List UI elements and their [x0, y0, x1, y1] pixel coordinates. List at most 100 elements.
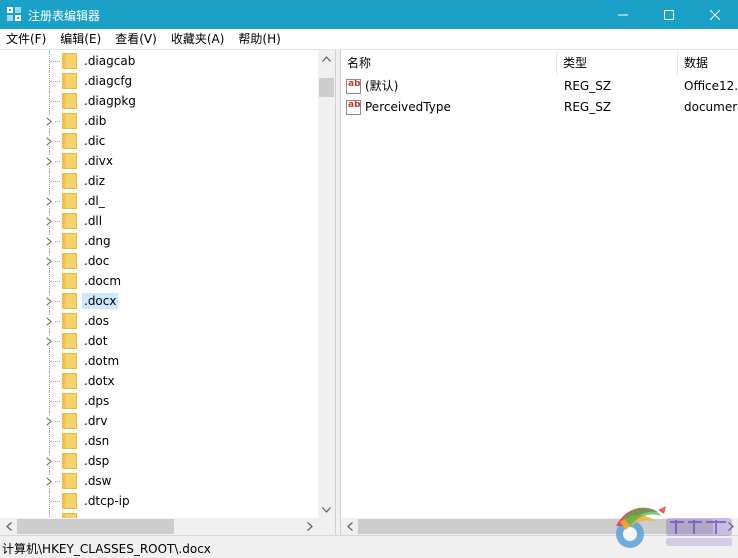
tree-item[interactable]: .dsp — [0, 451, 318, 471]
expand-button[interactable] — [44, 476, 54, 486]
tree-item[interactable]: .dl_ — [0, 191, 318, 211]
tree-horizontal-scrollbar[interactable] — [0, 518, 318, 535]
tree-item[interactable]: .dll — [0, 211, 318, 231]
expand-button[interactable] — [44, 336, 54, 346]
string-value-icon: ab — [346, 100, 361, 115]
tree-item[interactable]: .dotm — [0, 351, 318, 371]
tree-item-label: .diagcfg — [84, 74, 133, 88]
maximize-button[interactable] — [646, 0, 692, 29]
tree-item-label: .dic — [84, 134, 106, 148]
tree-item[interactable]: .dng — [0, 231, 318, 251]
tree-item[interactable]: .dot — [0, 331, 318, 351]
list-header: 名称 类型 数据 — [341, 51, 738, 75]
menu-view[interactable]: 查看(V) — [108, 29, 164, 49]
tree-item[interactable]: .docm — [0, 271, 318, 291]
expand-button[interactable] — [44, 136, 54, 146]
tree-item[interactable]: .dotx — [0, 371, 318, 391]
expand-button[interactable] — [44, 116, 54, 126]
tree-item-label: .dll — [84, 214, 103, 228]
chevron-up-icon — [322, 55, 331, 62]
folder-icon — [62, 153, 77, 169]
close-button[interactable] — [692, 0, 738, 29]
folder-icon — [62, 393, 77, 409]
folder-icon — [62, 113, 77, 129]
column-header-type[interactable]: 类型 — [557, 51, 678, 75]
expand-button[interactable] — [44, 456, 54, 466]
expand-button[interactable] — [44, 196, 54, 206]
folder-icon — [62, 53, 77, 69]
tree-item-label: .dsn — [84, 434, 110, 448]
expand-button[interactable] — [44, 316, 54, 326]
tree-guide-line — [50, 441, 60, 442]
tree-vertical-scroll-thumb[interactable] — [319, 78, 334, 97]
scroll-up-button[interactable] — [318, 50, 335, 67]
menu-file[interactable]: 文件(F) — [0, 29, 53, 49]
scroll-down-button[interactable] — [318, 501, 335, 518]
expand-button[interactable] — [44, 236, 54, 246]
tree-item[interactable]: .dos — [0, 311, 318, 331]
chevron-right-icon — [46, 136, 52, 146]
list-scroll-left-button[interactable] — [341, 518, 358, 535]
tree-guide-line — [50, 81, 60, 82]
window-title: 注册表编辑器 — [28, 9, 101, 23]
menu-help[interactable]: 帮助(H) — [231, 29, 287, 49]
chevron-left-icon — [5, 522, 12, 531]
tree-item[interactable]: .diagcfg — [0, 71, 318, 91]
scroll-left-button[interactable] — [0, 518, 17, 535]
expand-button[interactable] — [44, 156, 54, 166]
tree-item-label: .drv — [84, 414, 108, 428]
tree-item-label: .diagpkg — [84, 94, 136, 108]
value-row[interactable]: ab PerceivedType REG_SZ documer — [341, 97, 738, 118]
tree-item[interactable]: .dsn — [0, 431, 318, 451]
menu-favorites[interactable]: 收藏夹(A) — [164, 29, 232, 49]
tree-item[interactable]: .dic — [0, 131, 318, 151]
tree-item[interactable]: .dib — [0, 111, 318, 131]
tree-item-label: .divx — [84, 154, 113, 168]
tree-item[interactable]: .dsw — [0, 471, 318, 491]
folder-icon — [62, 73, 77, 89]
scroll-right-button[interactable] — [301, 518, 318, 535]
chevron-right-icon — [46, 196, 52, 206]
chevron-down-icon — [322, 506, 331, 513]
chevron-left-icon — [346, 522, 353, 531]
tree-item[interactable]: .diagcab — [0, 51, 318, 71]
menu-edit[interactable]: 编辑(E) — [53, 29, 108, 49]
string-value-icon: ab — [346, 79, 361, 94]
title-bar[interactable]: 注册表编辑器 — [0, 0, 738, 29]
tree-item[interactable]: .docx — [0, 291, 318, 311]
chevron-right-icon — [46, 416, 52, 426]
status-path: 计算机\HKEY_CLASSES_ROOT\.docx — [2, 542, 211, 556]
key-tree-pane: .diagcab .diagcfg .diagpkg .dib .dic .divx .di… — [0, 49, 336, 535]
tree-vertical-scrollbar[interactable] — [318, 50, 335, 518]
expand-button[interactable] — [44, 216, 54, 226]
expand-button[interactable] — [44, 416, 54, 426]
close-icon — [710, 9, 720, 20]
column-header-name[interactable]: 名称 — [341, 51, 557, 75]
folder-icon — [62, 453, 77, 469]
tree-item-label: .dl_ — [84, 194, 105, 208]
watermark-logo — [616, 506, 732, 548]
column-header-data[interactable]: 数据 — [678, 51, 738, 75]
minimize-icon — [618, 14, 628, 15]
folder-icon — [62, 353, 77, 369]
tree-guide-line — [50, 101, 60, 102]
tree-horizontal-scroll-thumb[interactable] — [17, 519, 174, 534]
chevron-right-icon — [46, 476, 52, 486]
tree-item[interactable]: .divx — [0, 151, 318, 171]
tree-item[interactable]: .diagpkg — [0, 91, 318, 111]
tree-item[interactable]: .diz — [0, 171, 318, 191]
tree-guide-line — [50, 61, 60, 62]
tree-item-label: .dotm — [84, 354, 120, 368]
tree-item[interactable]: .doc — [0, 251, 318, 271]
expand-button[interactable] — [44, 256, 54, 266]
chevron-right-icon — [46, 456, 52, 466]
tree-item[interactable]: .drv — [0, 411, 318, 431]
folder-icon — [62, 273, 77, 289]
tree-item[interactable]: .dtcp-ip — [0, 491, 318, 511]
tree-item[interactable]: .dps — [0, 391, 318, 411]
value-row[interactable]: ab (默认) REG_SZ Office12. — [341, 76, 738, 97]
folder-icon — [62, 493, 77, 509]
minimize-button[interactable] — [600, 0, 646, 29]
expand-button[interactable] — [44, 296, 54, 306]
tree-guide-line — [50, 281, 60, 282]
